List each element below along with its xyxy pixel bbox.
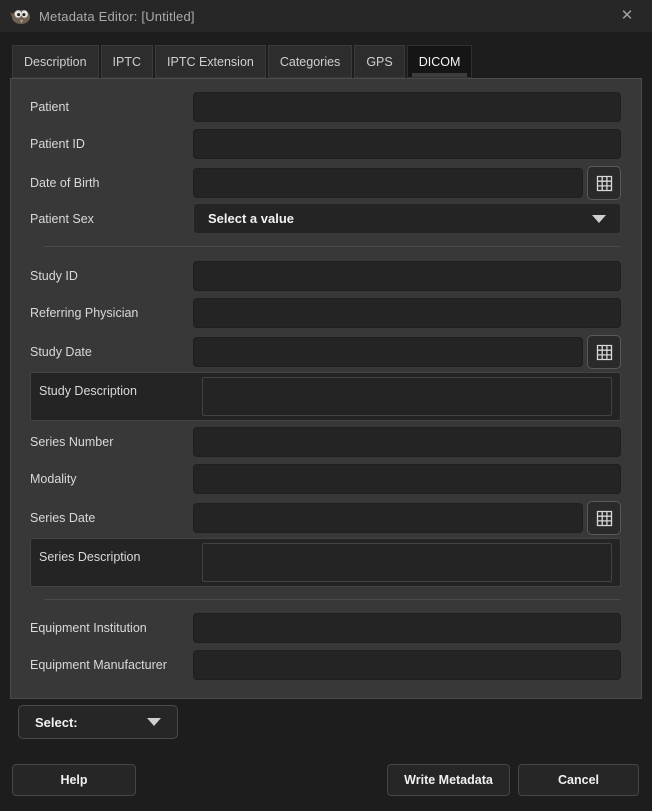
series-description-textarea[interactable] (202, 543, 612, 582)
cancel-button[interactable]: Cancel (518, 764, 639, 796)
write-metadata-button[interactable]: Write Metadata (387, 764, 510, 796)
form-row-study-description: Study Description (30, 372, 621, 421)
title-bar: Metadata Editor: [Untitled] ✕ (0, 0, 652, 32)
form-row-patient-sex: Patient Sex Select a value (30, 203, 621, 234)
form-row-patient: Patient (30, 92, 621, 122)
form-row-series-number: Series Number (30, 427, 621, 457)
patient-sex-value: Select a value (208, 211, 294, 226)
tab-iptc-extension[interactable]: IPTC Extension (155, 45, 266, 78)
calendar-grid-icon (596, 175, 613, 192)
series-description-label: Series Description (39, 543, 202, 582)
date-of-birth-calendar-button[interactable] (587, 166, 621, 200)
tab-gps[interactable]: GPS (354, 45, 404, 78)
patient-label: Patient (30, 100, 193, 114)
patient-sex-label: Patient Sex (30, 212, 193, 226)
series-date-label: Series Date (30, 511, 193, 525)
referring-physician-label: Referring Physician (30, 306, 193, 320)
series-date-input[interactable] (193, 503, 583, 533)
date-of-birth-input[interactable] (193, 168, 583, 198)
form-row-series-description: Series Description (30, 538, 621, 587)
patient-id-input[interactable] (193, 129, 621, 159)
patient-input[interactable] (193, 92, 621, 122)
study-date-label: Study Date (30, 345, 193, 359)
patient-id-label: Patient ID (30, 137, 193, 151)
dialog-button-row: Help Write Metadata Cancel (0, 764, 652, 796)
equipment-institution-label: Equipment Institution (30, 621, 193, 635)
metadata-editor-window: Metadata Editor: [Untitled] ✕ Descriptio… (0, 0, 652, 811)
study-date-calendar-button[interactable] (587, 335, 621, 369)
date-of-birth-label: Date of Birth (30, 176, 193, 190)
metadata-select-dropdown[interactable]: Select: (18, 705, 178, 739)
form-row-referring-physician: Referring Physician (30, 298, 621, 328)
equipment-manufacturer-input[interactable] (193, 650, 621, 680)
active-tab-indicator (412, 73, 468, 77)
section-separator (44, 599, 621, 600)
equipment-institution-input[interactable] (193, 613, 621, 643)
form-row-study-id: Study ID (30, 261, 621, 291)
form-row-series-date: Series Date (30, 501, 621, 535)
study-id-input[interactable] (193, 261, 621, 291)
modality-input[interactable] (193, 464, 621, 494)
series-number-input[interactable] (193, 427, 621, 457)
referring-physician-input[interactable] (193, 298, 621, 328)
study-description-textarea[interactable] (202, 377, 612, 416)
dicom-form-panel: Patient Patient ID Date of Birth Patient… (10, 78, 642, 699)
gimp-wilber-icon (10, 7, 32, 25)
patient-sex-select[interactable]: Select a value (193, 203, 621, 234)
study-description-label: Study Description (39, 377, 202, 416)
study-id-label: Study ID (30, 269, 193, 283)
form-row-study-date: Study Date (30, 335, 621, 369)
section-separator (44, 246, 621, 247)
metadata-select-label: Select: (35, 715, 78, 730)
window-title: Metadata Editor: [Untitled] (39, 9, 195, 24)
tab-strip: Description IPTC IPTC Extension Categori… (12, 45, 642, 78)
study-date-input[interactable] (193, 337, 583, 367)
tab-categories[interactable]: Categories (268, 45, 352, 78)
form-row-equipment-manufacturer: Equipment Manufacturer (30, 650, 621, 680)
tab-iptc[interactable]: IPTC (101, 45, 153, 78)
calendar-grid-icon (596, 510, 613, 527)
form-row-modality: Modality (30, 464, 621, 494)
equipment-manufacturer-label: Equipment Manufacturer (30, 658, 193, 672)
series-date-calendar-button[interactable] (587, 501, 621, 535)
form-row-equipment-institution: Equipment Institution (30, 613, 621, 643)
close-icon[interactable]: ✕ (612, 0, 642, 32)
modality-label: Modality (30, 472, 193, 486)
chevron-down-icon (592, 215, 606, 223)
help-button[interactable]: Help (12, 764, 136, 796)
form-row-date-of-birth: Date of Birth (30, 166, 621, 200)
series-number-label: Series Number (30, 435, 193, 449)
calendar-grid-icon (596, 344, 613, 361)
tab-dicom[interactable]: DICOM (407, 45, 473, 78)
chevron-down-icon (147, 718, 161, 726)
form-row-patient-id: Patient ID (30, 129, 621, 159)
tab-description[interactable]: Description (12, 45, 99, 78)
